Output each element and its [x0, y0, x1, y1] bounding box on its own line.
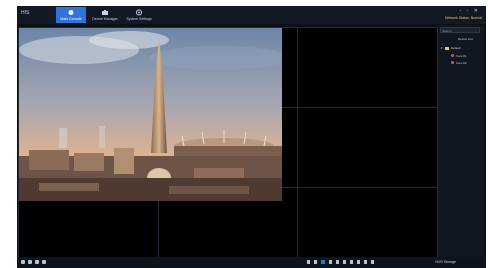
layout-4-icon[interactable]: [314, 260, 317, 264]
grid-icon[interactable]: [371, 260, 374, 264]
tab-label: Main Console: [60, 17, 82, 21]
tab-system-settings[interactable]: System Settings: [124, 7, 154, 23]
gear-icon: [136, 9, 142, 16]
live-camera-feed-image[interactable]: [19, 28, 282, 201]
tab-label: System Settings: [126, 17, 152, 21]
tour-icon[interactable]: [364, 260, 367, 264]
device-tree-panel: Search Device List ▾ Default Cam 01 Cam …: [438, 25, 484, 262]
window-controls[interactable]: - ▫ ✕: [460, 8, 480, 14]
network-status: Network Status: Normal: [445, 16, 482, 20]
top-toolbar: HIS Main Console Device Manager System S…: [17, 6, 486, 24]
tab-device-manager[interactable]: Device Manager: [90, 7, 120, 23]
tab-main-console[interactable]: Main Console: [56, 7, 86, 23]
app-title: HIS: [21, 10, 30, 16]
device-search-input[interactable]: Search: [440, 27, 480, 33]
app-window: HIS Main Console Device Manager System S…: [17, 6, 486, 268]
next-page-icon[interactable]: [350, 260, 353, 264]
expand-caret-icon[interactable]: ▾: [441, 46, 443, 50]
video-grid: [18, 27, 438, 260]
record-icon[interactable]: [28, 260, 32, 264]
stop-all-icon[interactable]: [357, 260, 360, 264]
device-list-header: Device List: [458, 37, 473, 41]
layout-custom-icon[interactable]: [336, 260, 339, 264]
camera-status-icon: [451, 54, 454, 57]
bottom-toolbar: NVR Storage: [17, 257, 486, 268]
tab-label: Device Manager: [92, 17, 118, 21]
device-group-label[interactable]: Default: [451, 46, 461, 50]
layout-16-icon[interactable]: [329, 260, 332, 264]
video-cell[interactable]: [297, 187, 438, 260]
video-cell[interactable]: [297, 27, 438, 109]
audio-icon[interactable]: [42, 260, 46, 264]
eye-icon: [68, 10, 74, 15]
layout-9-icon[interactable]: [321, 260, 325, 264]
layout-1-icon[interactable]: [307, 260, 310, 264]
device-item[interactable]: Cam 01: [456, 54, 467, 58]
previous-page-icon[interactable]: [343, 260, 346, 264]
camera-icon: [102, 10, 108, 15]
storage-status: NVR Storage: [435, 260, 456, 264]
camera-status-icon: [451, 61, 454, 64]
snapshot-icon[interactable]: [21, 260, 25, 264]
folder-icon: [445, 47, 449, 50]
fullscreen-icon[interactable]: [35, 260, 39, 264]
video-cell[interactable]: [297, 107, 438, 189]
device-item[interactable]: Cam 02: [456, 61, 467, 65]
